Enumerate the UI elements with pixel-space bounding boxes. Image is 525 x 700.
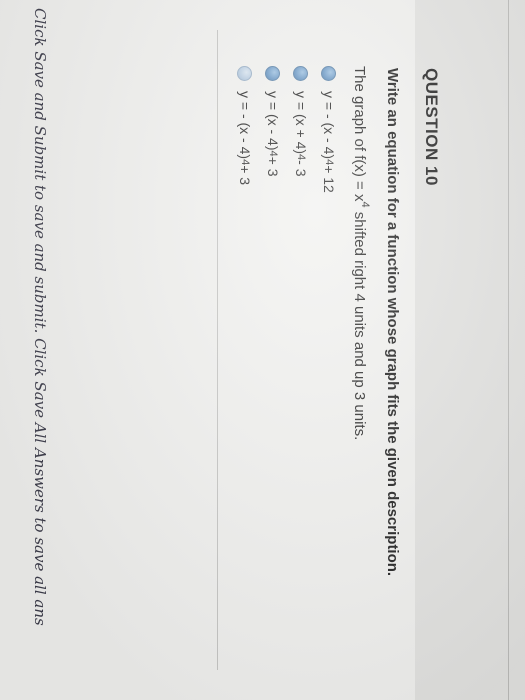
choice-label-after: + 3 (265, 156, 281, 177)
section-divider (217, 30, 218, 670)
question-header: QUESTION 10 (415, 0, 525, 700)
stem-text-after: shifted right 4 units and up 3 units. (351, 207, 368, 441)
submit-instructions: Click Save and Submit to save and submit… (31, 8, 49, 626)
question-body: Write an equation for a function whose g… (0, 0, 415, 700)
choice-label-after: + 3 (237, 165, 253, 186)
choice-label-before: y = (x - 4) (265, 91, 281, 151)
answer-choice-4[interactable]: y = - (x - 4) 4 + 3 (231, 66, 259, 193)
choice-label-after: - 3 (293, 160, 309, 177)
radio-button-icon[interactable] (293, 66, 309, 81)
answer-choice-3[interactable]: y = (x - 4) 4 + 3 (259, 66, 287, 193)
question-stem: The graph of f(x) = x4 shifted right 4 u… (351, 66, 371, 440)
question-prompt: Write an equation for a function whose g… (384, 68, 401, 577)
answer-choice-1[interactable]: y = - (x - 4) 4 + 12 (315, 66, 343, 193)
choice-label-after: + 12 (321, 165, 337, 193)
choice-label-before: y = - (x - 4) (321, 91, 337, 160)
choice-label-before: y = (x + 4) (293, 91, 309, 155)
answer-choices: y = - (x - 4) 4 + 12 y = (x + 4) 4 - 3 y =… (231, 66, 343, 193)
question-title: QUESTION 10 (422, 68, 441, 186)
stem-text-before: The graph of f(x) = x (351, 66, 368, 202)
radio-button-icon[interactable] (237, 66, 253, 81)
header-rule (508, 0, 509, 700)
choice-label-before: y = - (x - 4) (237, 91, 253, 160)
answer-choice-2[interactable]: y = (x + 4) 4 - 3 (287, 66, 315, 193)
radio-button-icon[interactable] (321, 66, 337, 81)
photographed-screen: QUESTION 10 Write an equation for a func… (0, 0, 525, 700)
radio-button-icon[interactable] (265, 66, 281, 81)
